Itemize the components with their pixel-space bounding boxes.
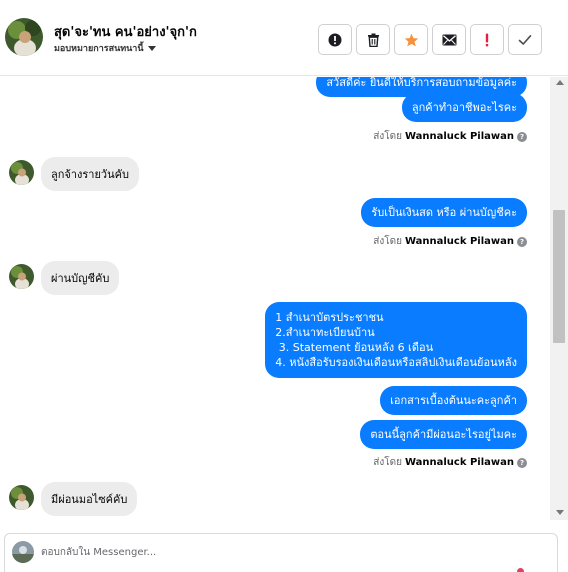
- alert-icon: [328, 33, 342, 46]
- message-line: 1 สำเนาบัตรประชาชน: [275, 311, 384, 324]
- sender-name: Wannaluck Pilawan: [404, 236, 514, 247]
- message-incoming: ลูกจ้างรายวันคับ: [41, 157, 139, 191]
- contact-name: สุด'จะ'ทน คน'อย่าง'จุก'ก: [54, 25, 197, 40]
- trash-icon: [367, 33, 379, 47]
- follow-up-button[interactable]: [470, 24, 504, 55]
- sender-name: Wannaluck Pilawan: [404, 457, 514, 468]
- sent-by-prefix: ส่งโดย: [373, 457, 402, 468]
- scrollbar-thumb[interactable]: [553, 210, 565, 343]
- contact-avatar-small: [9, 485, 34, 510]
- message-outgoing-list: 1 สำเนาบัตรประชาชน 2.สำเนาทะเบียนบ้าน 3.…: [265, 302, 527, 378]
- message-incoming: มีผ่อนมอไซค์คับ: [41, 482, 138, 516]
- delete-button[interactable]: [356, 24, 390, 55]
- chevron-down-icon: [147, 45, 156, 51]
- sent-by-prefix: ส่งโดย: [373, 236, 402, 247]
- scroll-down-arrow-icon[interactable]: [556, 510, 564, 515]
- message-outgoing: ตอนนี้ลูกค้ามีผ่อนอะไรอยู่ไมคะ: [360, 420, 527, 449]
- sent-by-label: ส่งโดย Wannaluck Pilawan ?: [373, 455, 527, 470]
- message-line: 4. หนังสือรับรองเงินเดือนหรือสลิปเงินเดื…: [275, 356, 517, 369]
- message-thread: สวัสดีค่ะ ยินดีให้บริการสอบถามข้อมูลค่ะ …: [0, 77, 550, 520]
- exclamation-icon: [485, 33, 489, 46]
- star-button[interactable]: [394, 24, 428, 55]
- info-icon[interactable]: ?: [517, 236, 527, 247]
- assign-conversation-dropdown[interactable]: มอบหมายการสนทนานี้: [54, 41, 156, 55]
- mark-unread-button[interactable]: [432, 24, 466, 55]
- mail-icon: [442, 34, 456, 45]
- info-icon[interactable]: ?: [517, 131, 527, 142]
- info-icon[interactable]: ?: [517, 457, 527, 468]
- reply-composer: [4, 533, 558, 572]
- reply-input[interactable]: [41, 542, 521, 562]
- sender-name: Wannaluck Pilawan: [404, 131, 514, 142]
- contact-avatar-small: [9, 160, 34, 185]
- message-line: 3. Statement ย้อนหลัง 6 เดือน: [275, 341, 434, 354]
- page-avatar: [12, 541, 34, 563]
- conversation-header: สุด'จะ'ทน คน'อย่าง'จุก'ก มอบหมายการสนทนา…: [0, 0, 568, 76]
- message-outgoing: ลูกค้าทำอาชีพอะไรคะ: [401, 93, 527, 122]
- scroll-up-arrow-icon[interactable]: [556, 80, 564, 85]
- message-outgoing: เอกสารเบื้องต้นนะคะลูกค้า: [380, 386, 527, 415]
- message-incoming: ผ่านบัญชีคับ: [41, 261, 120, 295]
- contact-avatar-small: [9, 264, 34, 289]
- check-icon: [518, 34, 532, 45]
- spam-button[interactable]: [318, 24, 352, 55]
- star-icon: [404, 33, 418, 46]
- message-line: 2.สำเนาทะเบียนบ้าน: [275, 326, 375, 339]
- conversation-actions: [318, 24, 542, 55]
- sent-by-label: ส่งโดย Wannaluck Pilawan ?: [373, 129, 527, 144]
- mark-done-button[interactable]: [508, 24, 542, 55]
- message-outgoing: รับเป็นเงินสด หรือ ผ่านบัญชีคะ: [361, 198, 527, 227]
- sent-by-prefix: ส่งโดย: [373, 131, 402, 142]
- emoji-icon[interactable]: [517, 568, 524, 572]
- sent-by-label: ส่งโดย Wannaluck Pilawan ?: [373, 234, 527, 249]
- assign-label: มอบหมายการสนทนานี้: [54, 44, 144, 54]
- contact-avatar[interactable]: [5, 18, 43, 56]
